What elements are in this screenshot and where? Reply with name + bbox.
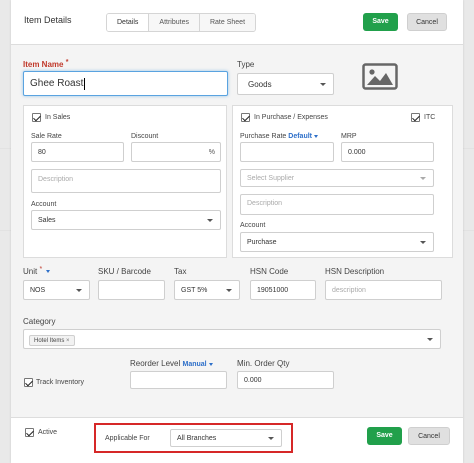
category-select[interactable]: Hotel Items × [23, 329, 441, 349]
min-order-qty-label: Min. Order Qty [237, 359, 290, 368]
type-value: Goods [248, 79, 272, 89]
mrp-label: MRP [341, 133, 357, 140]
modal-body: Item Name * Ghee Roast Type Goods In Sal… [11, 45, 463, 417]
reorder-level-input[interactable] [130, 371, 227, 389]
sale-rate-label: Sale Rate [31, 133, 62, 140]
itc-label: ITC [424, 114, 436, 121]
supplier-select[interactable]: Select Supplier [240, 169, 434, 187]
in-sales-label: In Sales [45, 114, 71, 121]
hsn-description-label: HSN Description [325, 267, 385, 276]
applicable-for-label: Applicable For [105, 435, 150, 442]
hsn-description-input[interactable]: description [325, 280, 442, 300]
percent-suffix: % [208, 148, 215, 156]
discount-input[interactable]: % [131, 142, 221, 162]
in-sales-checkbox[interactable] [32, 113, 41, 122]
sales-account-select[interactable]: Sales [31, 210, 221, 230]
unit-value: NOS [30, 286, 46, 294]
sku-input[interactable] [98, 280, 165, 300]
tab-rate-sheet[interactable]: Rate Sheet [198, 14, 256, 31]
mrp-value: 0.000 [348, 148, 366, 156]
header-save-button[interactable]: Save [363, 13, 398, 31]
tab-attributes[interactable]: Attributes [148, 14, 199, 31]
sku-label: SKU / Barcode [98, 267, 151, 276]
unit-dropdown-icon[interactable] [46, 270, 51, 274]
in-purchase-label: In Purchase / Expenses [254, 114, 328, 121]
item-name-value: Ghee Roast [30, 78, 84, 89]
purchase-rate-label: Purchase Rate Default [240, 133, 318, 140]
item-name-input[interactable]: Ghee Roast [23, 71, 228, 96]
reorder-mode-dropdown[interactable]: Manual [182, 361, 213, 368]
category-tag: Hotel Items × [29, 335, 75, 346]
chevron-down-icon [420, 177, 426, 180]
sale-rate-input[interactable]: 80 [31, 142, 124, 162]
supplier-placeholder: Select Supplier [247, 174, 295, 182]
item-details-modal: Item Details Details Attributes Rate She… [11, 0, 463, 463]
min-order-qty-input[interactable]: 0.000 [237, 371, 334, 389]
text-cursor [84, 77, 86, 90]
reorder-level-label: Reorder Level Manual [130, 359, 213, 368]
sale-rate-value: 80 [38, 148, 46, 156]
active-checkbox[interactable] [25, 428, 34, 437]
sales-panel: In Sales Sale Rate 80 Discount % Descrip… [23, 105, 227, 258]
unit-label: Unit * [23, 266, 51, 276]
sales-description-input[interactable]: Description [31, 169, 221, 193]
itc-checkbox[interactable] [411, 113, 420, 122]
hsn-code-label: HSN Code [250, 267, 289, 276]
header-cancel-button[interactable]: Cancel [407, 13, 447, 31]
hsn-code-input[interactable]: 19051000 [250, 280, 316, 300]
active-label: Active [38, 429, 58, 436]
chevron-down-icon [268, 437, 274, 440]
purchase-account-label: Account [240, 222, 266, 229]
min-order-qty-value: 0.000 [244, 376, 262, 384]
type-label: Type [237, 60, 255, 69]
purchase-account-value: Purchase [247, 238, 277, 246]
purchase-panel: In Purchase / Expenses ITC Purchase Rate… [232, 105, 453, 258]
sales-description-placeholder: Description [38, 176, 74, 183]
image-placeholder-icon[interactable] [362, 63, 398, 90]
remove-tag-icon[interactable]: × [66, 338, 70, 344]
chevron-down-icon [320, 83, 326, 86]
purchase-account-select[interactable]: Purchase [240, 232, 434, 252]
track-inventory-checkbox[interactable] [24, 378, 33, 387]
hsn-description-placeholder: description [332, 286, 366, 294]
track-inventory-label: Track Inventory [36, 379, 84, 386]
modal-title: Item Details [24, 15, 72, 25]
type-select[interactable]: Goods [237, 73, 334, 95]
tax-label: Tax [174, 267, 187, 276]
chevron-down-icon [420, 241, 426, 244]
sales-account-value: Sales [38, 216, 56, 224]
applicable-for-select[interactable]: All Branches [170, 429, 282, 447]
applicable-for-highlight: Applicable For All Branches [94, 423, 293, 453]
hsn-code-value: 19051000 [257, 286, 289, 294]
chevron-down-icon [427, 338, 433, 341]
modal-footer: Active Applicable For All Branches Save … [11, 417, 463, 463]
item-name-label: Item Name * [23, 59, 69, 69]
tax-value: GST 5% [181, 286, 208, 294]
purchase-description-placeholder: Description [247, 200, 283, 207]
modal-header: Item Details Details Attributes Rate She… [11, 0, 463, 45]
footer-cancel-button[interactable]: Cancel [408, 427, 450, 445]
tax-select[interactable]: GST 5% [174, 280, 240, 300]
discount-label: Discount [131, 133, 159, 140]
purchase-description-input[interactable]: Description [240, 194, 434, 215]
category-tag-label: Hotel Items [34, 338, 65, 344]
chevron-down-icon [207, 219, 213, 222]
purchase-rate-input[interactable] [240, 142, 334, 162]
mrp-input[interactable]: 0.000 [341, 142, 434, 162]
sales-account-label: Account [31, 201, 57, 208]
chevron-down-icon [76, 289, 82, 292]
tab-bar: Details Attributes Rate Sheet [106, 13, 257, 32]
category-label: Category [23, 317, 56, 326]
footer-save-button[interactable]: Save [367, 427, 402, 445]
tab-details[interactable]: Details [107, 14, 149, 31]
in-purchase-checkbox[interactable] [241, 113, 250, 122]
applicable-for-value: All Branches [177, 434, 217, 442]
chevron-down-icon [226, 289, 232, 292]
purchase-rate-mode-dropdown[interactable]: Default [288, 133, 318, 140]
unit-select[interactable]: NOS [23, 280, 90, 300]
